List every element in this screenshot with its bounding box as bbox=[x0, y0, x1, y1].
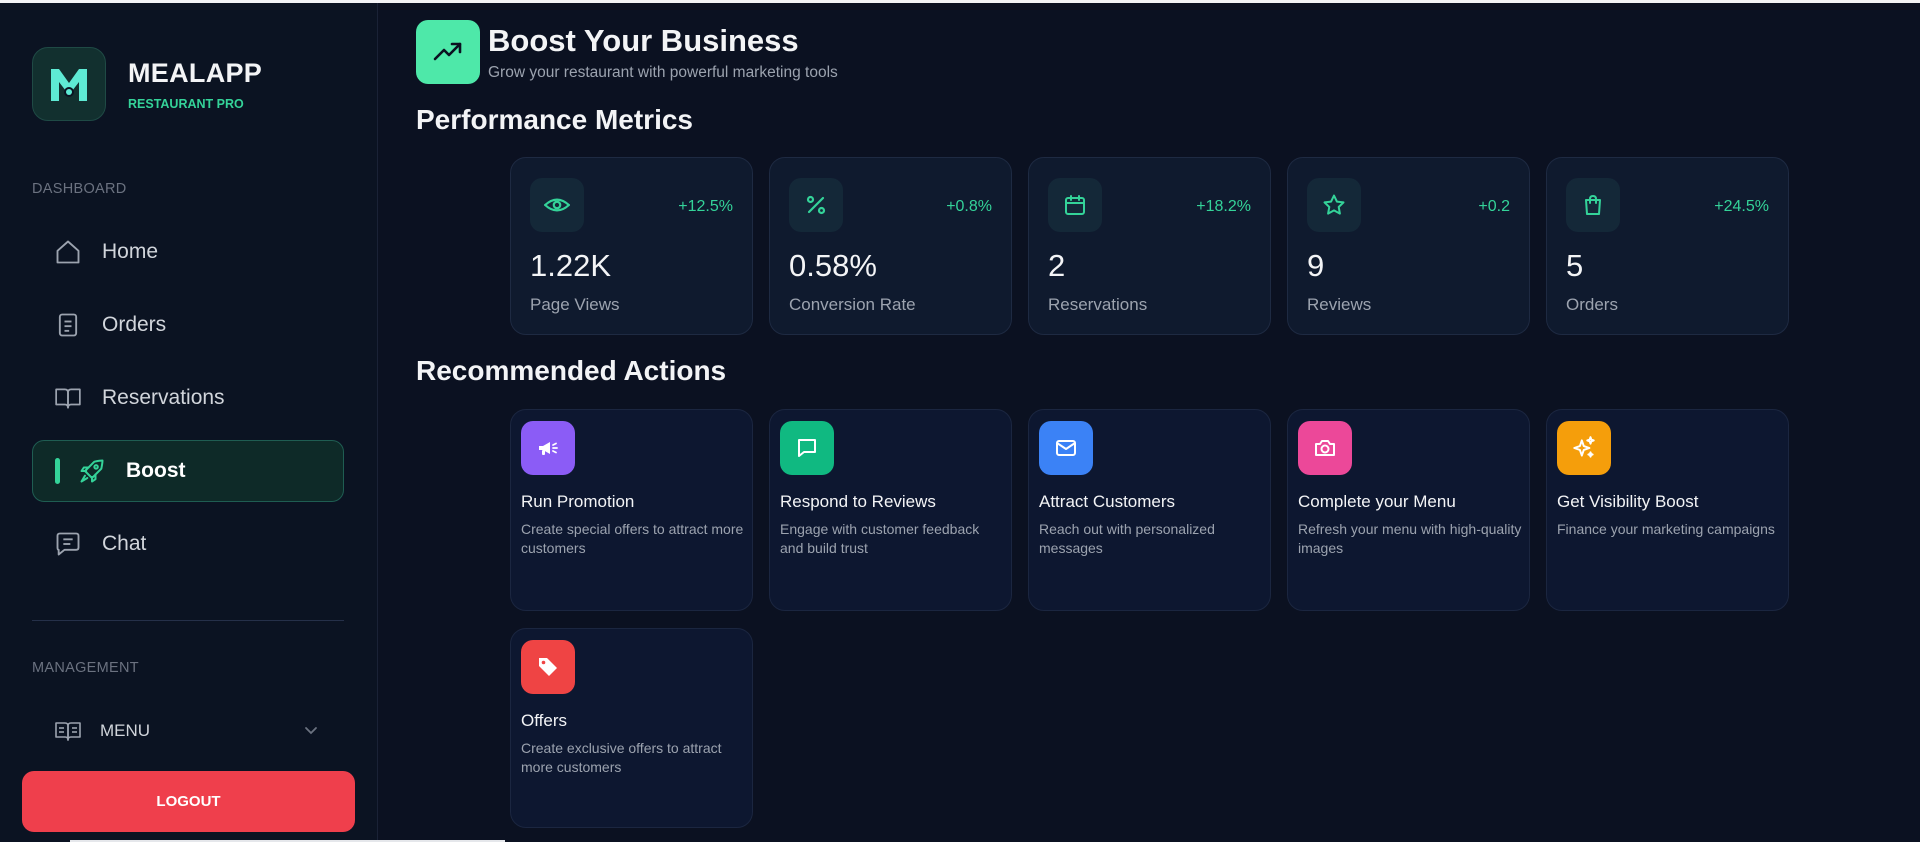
action-description: Finance your marketing campaigns bbox=[1557, 521, 1775, 537]
metric-change: +0.2 bbox=[1478, 198, 1510, 215]
action-title: Complete your Menu bbox=[1298, 492, 1456, 511]
action-description: Reach out with personalized messages bbox=[1039, 521, 1215, 556]
metric-change: +0.8% bbox=[946, 198, 992, 215]
book-open-icon bbox=[54, 384, 82, 412]
action-title: Offers bbox=[521, 711, 567, 730]
action-card-run-promotion[interactable]: Run Promotion Create special offers to a… bbox=[510, 409, 753, 611]
metric-change: +24.5% bbox=[1714, 198, 1769, 215]
sidebar-menu-dropdown[interactable]: MENU bbox=[32, 711, 344, 751]
sidebar-item-label: Reservations bbox=[102, 386, 225, 409]
active-indicator bbox=[55, 458, 60, 484]
sidebar-divider bbox=[32, 620, 344, 621]
chevron-down-icon bbox=[304, 722, 318, 740]
sidebar-item-label: Chat bbox=[102, 532, 147, 555]
camera-icon bbox=[1298, 421, 1352, 475]
action-card-offers[interactable]: Offers Create exclusive offers to attrac… bbox=[510, 628, 753, 828]
sidebar-item-label: Home bbox=[102, 240, 159, 263]
metric-card-reservations: +18.2% 2 Reservations bbox=[1028, 157, 1271, 335]
sparkles-icon bbox=[1557, 421, 1611, 475]
sidebar-item-boost[interactable]: Boost bbox=[32, 440, 344, 502]
management-section-label: MANAGEMENT bbox=[32, 660, 139, 676]
eye-icon bbox=[530, 178, 584, 232]
dashboard-section-label: DASHBOARD bbox=[32, 181, 127, 197]
shopping-bag-icon bbox=[1566, 178, 1620, 232]
action-description: Create exclusive offers to attract more … bbox=[521, 740, 722, 775]
metric-label: Page Views bbox=[530, 295, 620, 314]
calendar-icon bbox=[1048, 178, 1102, 232]
message-square-icon bbox=[780, 421, 834, 475]
metric-label: Orders bbox=[1566, 295, 1618, 314]
metric-value: 1.22K bbox=[530, 248, 612, 283]
metric-label: Conversion Rate bbox=[789, 295, 916, 314]
trending-up-icon bbox=[416, 20, 480, 84]
brand-subtitle: RESTAURANT PRO bbox=[128, 96, 244, 111]
action-title: Attract Customers bbox=[1039, 492, 1176, 511]
star-icon bbox=[1307, 178, 1361, 232]
action-card-complete-menu[interactable]: Complete your Menu Refresh your menu wit… bbox=[1287, 409, 1530, 611]
metric-value: 2 bbox=[1048, 248, 1066, 283]
sidebar-item-label: Boost bbox=[126, 459, 186, 482]
logout-button[interactable]: LOGOUT bbox=[22, 771, 355, 832]
recommended-actions-title: Recommended Actions bbox=[416, 355, 727, 386]
metric-label: Reviews bbox=[1307, 295, 1372, 314]
page-subtitle: Grow your restaurant with powerful marke… bbox=[488, 64, 838, 81]
menu-label: MENU bbox=[100, 721, 151, 740]
action-card-attract-customers[interactable]: Attract Customers Reach out with persona… bbox=[1028, 409, 1271, 611]
brand-logo bbox=[32, 47, 106, 121]
metric-change: +12.5% bbox=[678, 198, 733, 215]
sidebar: MEALAPP RESTAURANT PRO DASHBOARD Home Or… bbox=[0, 3, 378, 842]
metric-value: 5 bbox=[1566, 248, 1584, 283]
action-title: Run Promotion bbox=[521, 492, 635, 511]
action-card-respond-to-reviews[interactable]: Respond to Reviews Engage with customer … bbox=[769, 409, 1012, 611]
metric-card-conversion-rate: +0.8% 0.58% Conversion Rate bbox=[769, 157, 1012, 335]
chat-icon bbox=[54, 530, 82, 558]
action-description: Refresh your menu with high-quality imag… bbox=[1298, 521, 1522, 556]
metric-value: 0.58% bbox=[789, 248, 877, 283]
metric-label: Reservations bbox=[1048, 295, 1148, 314]
metric-value: 9 bbox=[1307, 248, 1325, 283]
action-description: Engage with customer feedback and build … bbox=[780, 521, 980, 556]
document-icon bbox=[54, 311, 82, 339]
metric-card-page-views: +12.5% 1.22K Page Views bbox=[510, 157, 753, 335]
action-card-visibility-boost[interactable]: Get Visibility Boost Finance your market… bbox=[1546, 409, 1789, 611]
metric-card-reviews: +0.2 9 Reviews bbox=[1287, 157, 1530, 335]
metric-card-orders: +24.5% 5 Orders bbox=[1546, 157, 1789, 335]
megaphone-icon bbox=[521, 421, 575, 475]
rocket-icon bbox=[78, 457, 106, 485]
page-title: Boost Your Business bbox=[488, 23, 799, 58]
mail-icon bbox=[1039, 421, 1093, 475]
sidebar-item-home[interactable]: Home bbox=[32, 221, 344, 283]
action-title: Get Visibility Boost bbox=[1557, 492, 1699, 511]
action-title: Respond to Reviews bbox=[780, 492, 936, 511]
brand-name: MEALAPP bbox=[128, 57, 263, 88]
sidebar-item-reservations[interactable]: Reservations bbox=[32, 367, 344, 429]
menu-book-icon bbox=[54, 717, 82, 745]
performance-metrics-title: Performance Metrics bbox=[416, 104, 694, 135]
sidebar-item-orders[interactable]: Orders bbox=[32, 294, 344, 356]
brand[interactable]: MEALAPP RESTAURANT PRO bbox=[32, 47, 262, 121]
sidebar-item-label: Orders bbox=[102, 313, 167, 336]
action-description: Create special offers to attract more cu… bbox=[521, 521, 744, 556]
tag-icon bbox=[521, 640, 575, 694]
home-icon bbox=[54, 238, 82, 266]
percent-icon bbox=[789, 178, 843, 232]
sidebar-item-chat[interactable]: Chat bbox=[32, 513, 344, 575]
metric-change: +18.2% bbox=[1196, 198, 1251, 215]
